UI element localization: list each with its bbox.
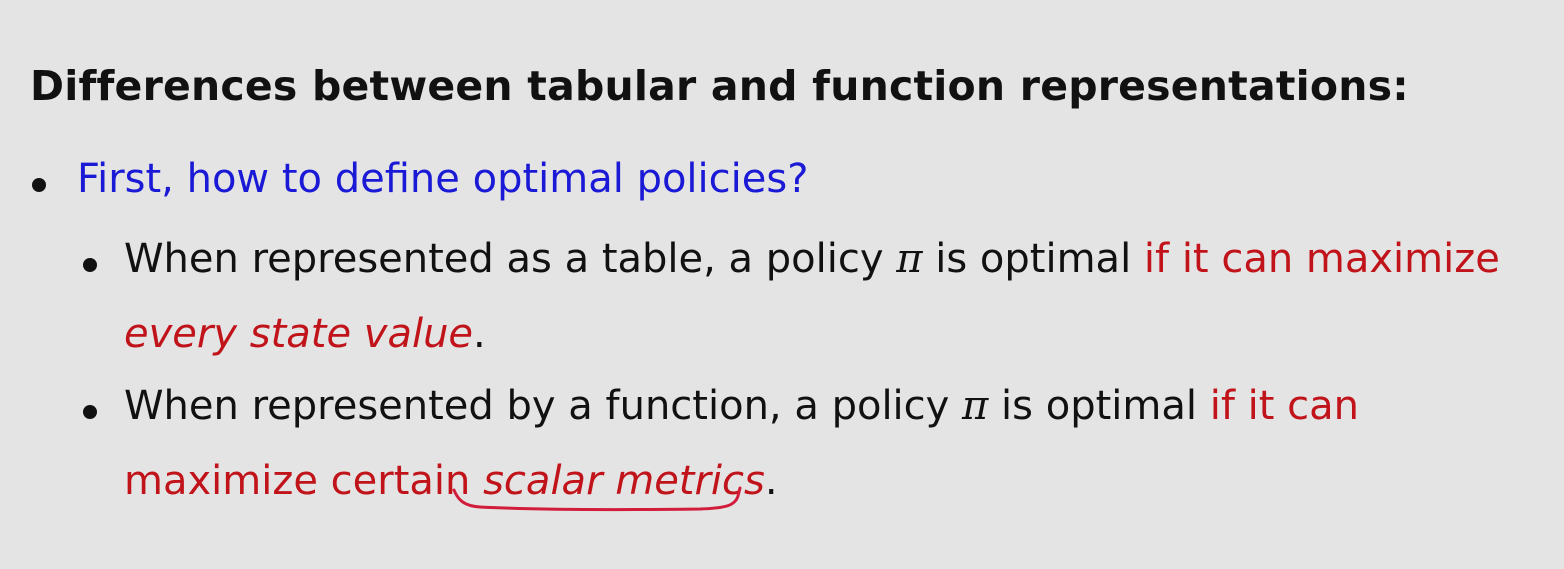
period: . [473,311,486,357]
text-segment-red: if it can [1209,383,1359,429]
bullet-optimal-policies: First, how to define optimal policies? [77,156,809,202]
period: . [764,458,778,504]
handdrawn-underline-annotation [452,486,742,512]
text-segment: When represented as a table, a policy [124,236,897,282]
text-segment-red-italic: every state value [124,311,474,357]
text-segment: When represented by a function, a policy [124,383,963,429]
slide: Differences between tabular and function… [0,0,1564,569]
text-segment-red: if it can maximize [1143,236,1500,282]
sub-bullet-dot [83,258,97,272]
sub-bullet-table-line1: When represented as a table, a policy π … [124,235,1500,283]
sub-bullet-dot [83,405,97,419]
bullet-dot [32,178,46,192]
text-segment-red: maximize certain [124,458,484,504]
text-segment: is optimal [988,383,1210,429]
sub-bullet-function-line1: When represented by a function, a policy… [124,382,1359,430]
underline-stroke [452,486,742,512]
text-segment: is optimal [922,236,1144,282]
slide-heading: Differences between tabular and function… [30,62,1409,110]
sub-bullet-table-line2: every state value. [124,310,486,358]
pi-symbol: π [896,236,923,282]
pi-symbol: π [962,383,989,429]
